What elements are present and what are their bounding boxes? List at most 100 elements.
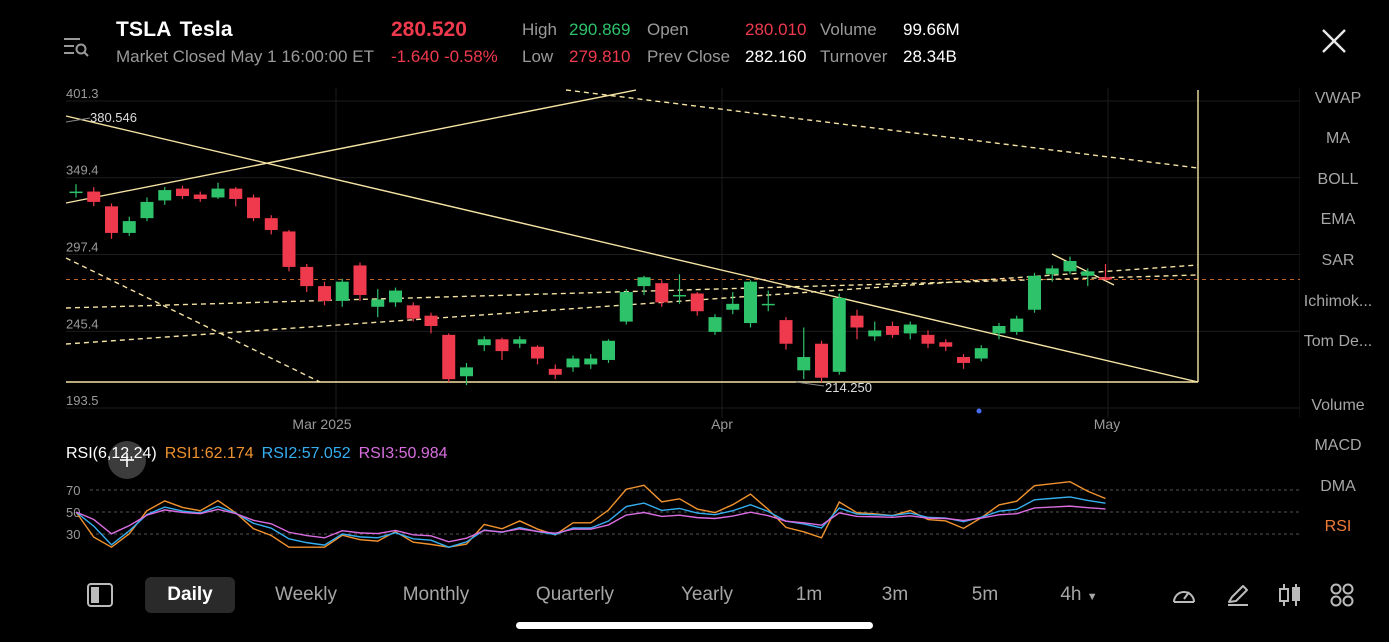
candle-body (211, 188, 225, 198)
candle-body (566, 358, 580, 368)
high-label: High (522, 20, 557, 39)
price-chart[interactable]: 705030 401.3349.4297.4245.4193.5Mar 2025… (0, 88, 1300, 568)
indicator-ichimoku[interactable]: Ichimok... (1293, 293, 1383, 311)
period-yearly[interactable]: Yearly (670, 577, 744, 613)
candle-body (726, 303, 740, 310)
candle-body (602, 340, 615, 360)
candle-body (531, 346, 544, 359)
y-tick-label: 349.4 (66, 163, 99, 178)
candle-body (939, 342, 953, 347)
candle-body (105, 206, 118, 233)
candle-body (1063, 261, 1077, 272)
candle-body (300, 266, 314, 287)
period-daily[interactable]: Daily (145, 577, 235, 613)
prev-close-label: Prev Close (647, 47, 731, 66)
grid-layout-icon[interactable] (1328, 581, 1356, 609)
period-1m[interactable]: 1m (788, 577, 830, 613)
period-3m[interactable]: 3m (874, 577, 916, 613)
candle-body (176, 188, 189, 196)
high-value: 290.869 (569, 20, 631, 39)
ticker-title: TSLA Tesla (116, 18, 233, 42)
indicator-vwap[interactable]: VWAP (1293, 90, 1383, 108)
candle-body (264, 218, 278, 230)
candle-body (548, 368, 562, 375)
indicator-rsi[interactable]: RSI (1293, 518, 1383, 536)
candle-body (673, 294, 686, 297)
candle-body (886, 326, 899, 335)
candle-body (229, 188, 243, 199)
x-tick-label: Apr (711, 416, 733, 432)
candlestick-type-icon[interactable] (1276, 581, 1304, 609)
rsi1-line (75, 480, 1106, 549)
candle-body (619, 292, 633, 322)
candle-body (406, 305, 420, 319)
candle-body (850, 315, 864, 328)
draw-pen-icon[interactable] (1224, 581, 1252, 609)
indicator-ema[interactable]: EMA (1293, 211, 1383, 229)
chevron-down-icon: ▼ (1086, 591, 1098, 603)
candle-body (779, 320, 793, 344)
indicator-boll[interactable]: BOLL (1293, 171, 1383, 189)
candle-body (318, 286, 331, 301)
candle-body (371, 299, 385, 307)
candle-body (87, 191, 101, 202)
candle-body (1028, 275, 1041, 310)
indicator-tom-demark[interactable]: Tom De... (1293, 333, 1383, 351)
y-tick-label: 193.5 (66, 393, 99, 408)
market-status: Market Closed May 1 16:00:00 ET (116, 47, 374, 66)
ticker-symbol: TSLA (116, 18, 172, 41)
speedometer-icon[interactable] (1170, 581, 1198, 609)
indicator-sar[interactable]: SAR (1293, 252, 1383, 270)
low-label: Low (522, 47, 554, 66)
last-price: 280.520 (391, 18, 467, 41)
candle-body (122, 221, 136, 233)
menu-search-icon[interactable] (62, 34, 90, 58)
candle-body (974, 348, 988, 359)
candle-body (158, 190, 172, 201)
close-icon[interactable] (1318, 26, 1350, 56)
rsi2-value: RSI2:57.052 (261, 445, 351, 462)
period-4h-dropdown[interactable]: 4h ▼ (1054, 577, 1104, 613)
candle-body (921, 334, 935, 344)
low-marker-label: 214.250 (825, 380, 872, 395)
indicator-ma[interactable]: MA (1293, 130, 1383, 148)
candle-body (495, 339, 509, 352)
period-quarterly[interactable]: Quarterly (524, 577, 626, 613)
period-monthly[interactable]: Monthly (390, 577, 482, 613)
period-weekly[interactable]: Weekly (262, 577, 350, 613)
period-5m[interactable]: 5m (964, 577, 1006, 613)
open-value: 280.010 (745, 20, 807, 39)
candle-body (140, 201, 154, 219)
home-indicator (516, 622, 873, 629)
candle-body (193, 194, 207, 199)
rsi3-value: RSI3:50.984 (358, 445, 448, 462)
low-value: 279.810 (569, 47, 631, 66)
candle-body (424, 315, 438, 327)
candle-body (247, 197, 260, 219)
candle-body (389, 290, 402, 303)
candle-body (477, 339, 491, 346)
rsi-level-label: 30 (66, 527, 80, 542)
trend-line (65, 257, 321, 383)
trend-line (65, 89, 637, 204)
candle-body (832, 297, 846, 372)
indicator-macd[interactable]: MACD (1293, 437, 1383, 455)
trend-line (565, 89, 1199, 169)
layout-toggle-icon[interactable] (86, 581, 114, 609)
candle-body (637, 277, 651, 287)
volume-value: 99.66M (903, 20, 960, 39)
indicator-dma[interactable]: DMA (1293, 478, 1383, 496)
rsi1-value: RSI1:62.174 (164, 445, 254, 462)
y-tick-label: 245.4 (66, 316, 99, 331)
x-tick-label: Mar 2025 (292, 416, 351, 432)
candle-body (335, 281, 349, 301)
candle-body (1099, 277, 1112, 280)
indicator-volume[interactable]: Volume (1293, 397, 1383, 415)
price-change: -1.640 -0.58% (391, 47, 498, 67)
candle-body (442, 334, 456, 380)
candle-body (992, 326, 1006, 334)
candle-body (353, 265, 367, 295)
period-4h-label: 4h (1060, 584, 1082, 605)
candle-body (761, 303, 775, 306)
candle-body (744, 281, 757, 324)
